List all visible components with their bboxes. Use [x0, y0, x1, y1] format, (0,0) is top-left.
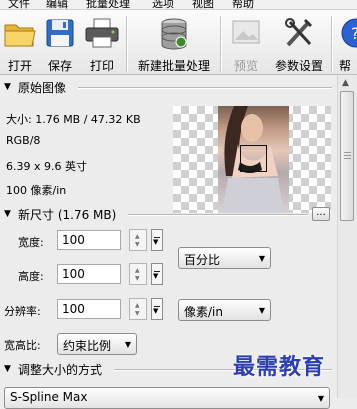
chevron-down-icon: ▼: [317, 394, 324, 403]
menu-file[interactable]: 文件: [8, 0, 30, 9]
print-label: 打印: [89, 59, 114, 73]
scrollbar-thumb[interactable]: [340, 91, 354, 221]
aspect-label: 宽高比:: [4, 339, 41, 352]
toolbar-separator: [331, 16, 332, 72]
panel-scrollbar[interactable]: ▲: [337, 75, 357, 398]
more-options-button[interactable]: ...: [312, 207, 330, 221]
width-label: 宽度:: [18, 236, 44, 249]
help-icon: ?: [340, 17, 357, 52]
crop-frame[interactable]: [240, 145, 267, 172]
width-input[interactable]: [57, 230, 121, 250]
resolution-unit-dropdown[interactable]: 像素/in ▼: [178, 299, 271, 321]
new-size-heading: 新尺寸 (1.76 MB): [18, 208, 117, 222]
size-unit-value: 百分比: [184, 253, 221, 267]
picture-icon: [231, 17, 261, 50]
menu-options[interactable]: 选项: [152, 0, 174, 9]
aspect-ratio-dropdown[interactable]: 约束比例 ▼: [57, 333, 137, 355]
help-button[interactable]: ? 帮: [336, 15, 357, 73]
folder-icon: [3, 17, 37, 52]
menu-batch[interactable]: 批量处理: [86, 0, 130, 9]
width-spinner[interactable]: ▲ ▼: [129, 229, 147, 251]
original-image-heading: 原始图像: [18, 81, 67, 95]
original-size: 大小: 1.76 MB / 47.32 KB: [6, 113, 141, 126]
print-button[interactable]: 打印: [82, 15, 122, 73]
tools-icon: [283, 17, 315, 52]
height-menu-button[interactable]: ▼: [151, 263, 163, 285]
toolbar-separator: [126, 16, 127, 72]
preview-button[interactable]: 预览: [226, 15, 266, 73]
chevron-down-icon: ▼: [124, 340, 131, 349]
save-label: 保存: [47, 59, 72, 73]
resize-method-heading: 调整大小的方式: [18, 363, 103, 377]
original-resolution: 100 像素/in: [6, 184, 67, 197]
watermark-text: 最需教育: [233, 354, 326, 380]
original-dimensions: 6.39 x 9.6 英寸: [6, 160, 87, 173]
settings-label: 参数设置: [274, 59, 323, 73]
save-button[interactable]: 保存: [42, 15, 78, 73]
toolbar-separator: [220, 16, 221, 72]
chevron-down-icon: ▼: [258, 306, 265, 315]
menu-edit[interactable]: 编辑: [46, 0, 68, 9]
toolbar: 打开 保存 打印 新建批量处理 预览 参数设置 帮: [0, 10, 357, 75]
new-batch-label: 新建批量处理: [137, 59, 210, 73]
height-label: 高度:: [18, 270, 44, 283]
open-button[interactable]: 打开: [2, 15, 38, 73]
menu-bar: 文件 编辑 批量处理 选项 视图 帮助: [0, 0, 357, 10]
chevron-down-icon: ▼: [258, 254, 265, 263]
resolution-menu-button[interactable]: ▼: [151, 298, 163, 320]
resize-method-dropdown[interactable]: S-Spline Max ▼: [4, 387, 330, 409]
resolution-input[interactable]: [57, 299, 121, 319]
scroll-up-arrow-icon[interactable]: ▲: [342, 78, 349, 88]
height-spinner[interactable]: ▲ ▼: [129, 263, 147, 285]
printer-icon: [84, 17, 120, 52]
collapse-triangle-icon: ▼: [4, 364, 11, 374]
menu-view[interactable]: 视图: [192, 0, 214, 9]
height-input[interactable]: [57, 264, 121, 284]
floppy-disk-icon: [44, 17, 76, 52]
settings-button[interactable]: 参数设置: [270, 15, 328, 73]
section-divider: [78, 87, 332, 88]
preview-label: 预览: [233, 59, 258, 73]
resolution-spinner[interactable]: ▲ ▼: [129, 298, 147, 320]
resize-method-value: S-Spline Max: [10, 390, 88, 404]
menu-help[interactable]: 帮助: [232, 0, 254, 9]
resolution-unit-value: 像素/in: [184, 305, 223, 319]
database-icon: [159, 17, 189, 54]
open-label: 打开: [7, 59, 32, 73]
width-menu-button[interactable]: ▼: [151, 229, 163, 251]
aspect-ratio-value: 约束比例: [63, 339, 112, 353]
section-divider: [128, 214, 308, 215]
help-label: 帮: [339, 59, 352, 73]
collapse-triangle-icon: ▼: [4, 82, 11, 92]
resolution-label: 分辨率:: [4, 305, 41, 318]
collapse-triangle-icon: ▼: [4, 209, 11, 219]
svg-text:?: ?: [351, 24, 357, 43]
original-mode: RGB/8: [6, 134, 41, 147]
new-batch-button[interactable]: 新建批量处理: [132, 15, 216, 73]
size-unit-dropdown[interactable]: 百分比 ▼: [178, 247, 271, 269]
image-preview[interactable]: [173, 106, 331, 213]
